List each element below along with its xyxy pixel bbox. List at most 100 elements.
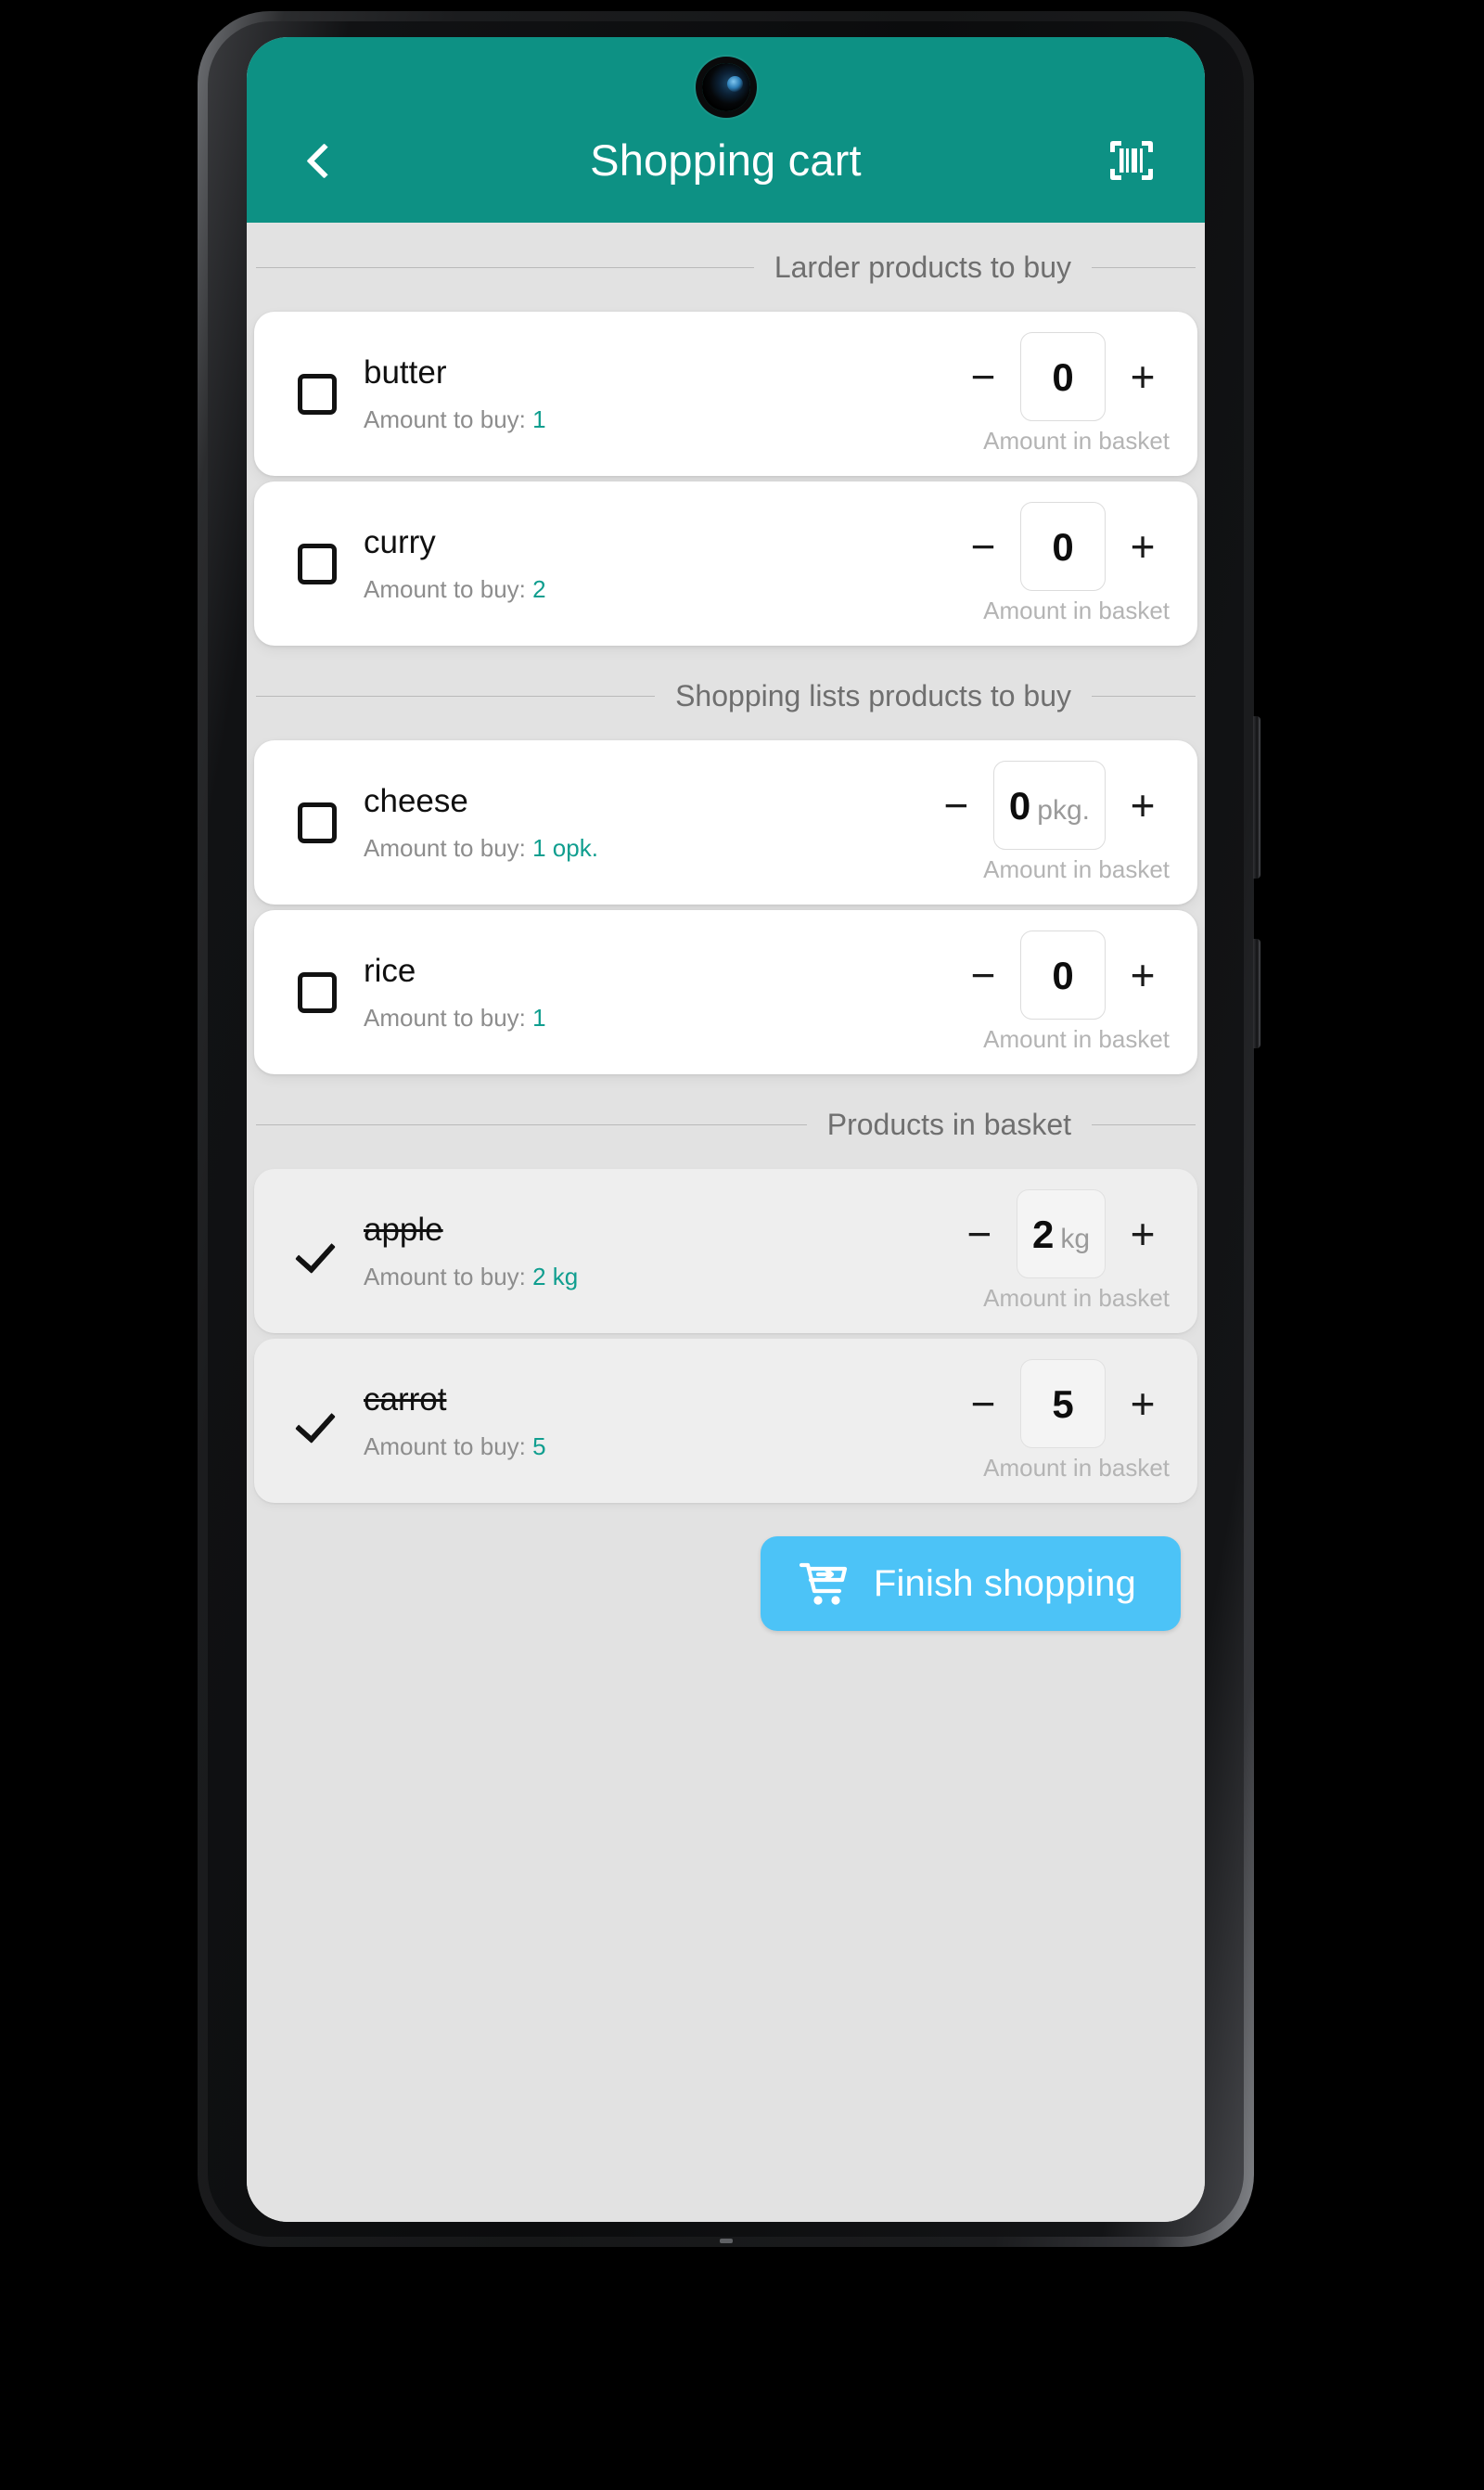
increment-button[interactable]: +: [1112, 775, 1173, 836]
section-divider-right: [1092, 266, 1196, 268]
product-info: rice Amount to buy: 1: [360, 952, 953, 1033]
decrement-button[interactable]: −: [953, 346, 1014, 407]
amount-to-buy-value: 5: [532, 1431, 546, 1460]
amount-to-buy-label: Amount to buy:: [364, 1431, 526, 1460]
finish-shopping-button[interactable]: Finish shopping: [760, 1536, 1181, 1631]
product-info: carrot Amount to buy: 5: [360, 1380, 953, 1461]
decrement-button[interactable]: −: [949, 1203, 1010, 1264]
phone-frame: Shopping cart Larder products to buy but…: [198, 11, 1260, 2247]
amount-in-basket-label: Amount in basket: [983, 1284, 1170, 1312]
amount-to-buy: Amount to buy: 5: [364, 1432, 953, 1461]
decrement-button[interactable]: −: [953, 944, 1014, 1006]
decrement-button[interactable]: −: [953, 516, 1014, 577]
product-name: curry: [364, 523, 436, 560]
amount-to-buy-value: 1: [532, 1003, 546, 1032]
product-name: cheese: [364, 782, 468, 819]
section-divider-left: [256, 1123, 807, 1125]
product-check-toggle[interactable]: [275, 543, 360, 584]
basket-qty-value: 5: [1052, 1382, 1074, 1426]
basket-qty-value: 2: [1031, 1213, 1055, 1256]
product-check-toggle[interactable]: [275, 373, 360, 415]
basket-stepper: −5 +: [953, 1359, 1173, 1448]
amount-to-buy-label: Amount to buy:: [364, 404, 526, 433]
basket-qty-field[interactable]: 2 kg: [1016, 1189, 1106, 1278]
back-button[interactable]: [289, 130, 351, 191]
basket-stepper-group: −2 kg + Amount in basket: [949, 1189, 1173, 1313]
finish-shopping-label: Finish shopping: [873, 1562, 1136, 1604]
basket-qty-field[interactable]: 5: [1020, 1359, 1106, 1448]
basket-stepper: −0 +: [953, 332, 1173, 421]
increment-button[interactable]: +: [1112, 944, 1173, 1006]
amount-to-buy-value: 1: [532, 404, 546, 433]
basket-qty-unit: kg: [1060, 1224, 1090, 1254]
cart-scroll-area[interactable]: Larder products to buy butter Amount to bu…: [247, 223, 1205, 2222]
product-info: curry Amount to buy: 2: [360, 523, 953, 604]
product-card[interactable]: curry Amount to buy: 2−0 + Amount in basket: [254, 481, 1197, 646]
amount-to-buy-label: Amount to buy:: [364, 1262, 526, 1290]
product-name: apple: [364, 1211, 443, 1248]
decrement-button[interactable]: −: [926, 775, 987, 836]
amount-to-buy: Amount to buy: 2 kg: [364, 1263, 949, 1291]
basket-qty-field[interactable]: 0 pkg.: [992, 761, 1106, 850]
product-info: butter Amount to buy: 1: [360, 353, 953, 434]
basket-stepper-group: −5 + Amount in basket: [953, 1359, 1173, 1482]
section-title: Shopping lists products to buy: [675, 678, 1071, 712]
amount-to-buy: Amount to buy: 1: [364, 1004, 953, 1033]
increment-button[interactable]: +: [1112, 1203, 1173, 1264]
phone-screen: Shopping cart Larder products to buy but…: [247, 37, 1205, 2222]
basket-stepper: −0 +: [953, 931, 1173, 1020]
decrement-button[interactable]: −: [953, 1373, 1014, 1434]
checked-icon: [297, 1231, 338, 1272]
basket-stepper: −2 kg +: [949, 1189, 1173, 1278]
product-card[interactable]: cheese Amount to buy: 1 opk. −0 pkg. + Amount…: [254, 740, 1197, 905]
increment-button[interactable]: +: [1112, 346, 1173, 407]
speaker-slit: [719, 2239, 733, 2243]
basket-qty-field[interactable]: 0: [1020, 502, 1106, 591]
section-header: Shopping lists products to buy: [247, 651, 1205, 740]
product-info: apple Amount to buy: 2 kg: [360, 1211, 949, 1291]
section-divider-right: [1092, 695, 1196, 697]
screenshot-stage: Shopping cart Larder products to buy but…: [0, 0, 1484, 2490]
product-check-toggle[interactable]: [275, 802, 360, 843]
product-check-toggle[interactable]: [275, 1231, 360, 1272]
amount-in-basket-label: Amount in basket: [983, 597, 1170, 624]
product-check-toggle[interactable]: [275, 1401, 360, 1442]
increment-button[interactable]: +: [1112, 1373, 1173, 1434]
basket-qty-field[interactable]: 0: [1020, 332, 1106, 421]
amount-in-basket-label: Amount in basket: [983, 427, 1170, 455]
basket-stepper-group: −0 pkg. + Amount in basket: [926, 761, 1173, 884]
amount-to-buy-label: Amount to buy:: [364, 574, 526, 603]
amount-in-basket-label: Amount in basket: [983, 855, 1170, 883]
section-header: Products in basket: [247, 1080, 1205, 1169]
barcode-scan-button[interactable]: [1101, 130, 1162, 191]
amount-to-buy-value: 2: [532, 574, 546, 603]
checkbox-icon: [298, 543, 337, 584]
amount-to-buy-label: Amount to buy:: [364, 833, 526, 862]
power-button[interactable]: [1253, 939, 1260, 1048]
basket-qty-field[interactable]: 0: [1020, 931, 1106, 1020]
volume-button[interactable]: [1253, 716, 1260, 879]
amount-to-buy: Amount to buy: 1 opk.: [364, 834, 926, 863]
basket-stepper: −0 pkg. +: [926, 761, 1173, 850]
basket-qty-value: 0: [1052, 954, 1074, 997]
basket-qty-value: 0: [1052, 525, 1074, 569]
basket-stepper-group: −0 + Amount in basket: [953, 931, 1173, 1054]
section-divider-left: [256, 266, 754, 268]
amount-in-basket-label: Amount in basket: [983, 1025, 1170, 1053]
increment-button[interactable]: +: [1112, 516, 1173, 577]
basket-stepper-group: −0 + Amount in basket: [953, 332, 1173, 456]
amount-to-buy: Amount to buy: 2: [364, 575, 953, 604]
amount-to-buy-value: 1 opk.: [532, 833, 598, 862]
chevron-left-icon: [306, 142, 342, 179]
checkbox-icon: [298, 802, 337, 843]
product-card[interactable]: apple Amount to buy: 2 kg −2 kg + Amount in b…: [254, 1169, 1197, 1333]
product-card[interactable]: carrot Amount to buy: 5−5 + Amount in baske…: [254, 1339, 1197, 1503]
product-check-toggle[interactable]: [275, 971, 360, 1013]
section-divider-right: [1092, 1123, 1196, 1125]
amount-to-buy-value: 2 kg: [532, 1262, 579, 1290]
basket-qty-value: 0: [1008, 784, 1031, 828]
product-card[interactable]: butter Amount to buy: 1 −0 + Amount in baske…: [254, 312, 1197, 476]
product-name: butter: [364, 353, 447, 391]
product-card[interactable]: rice Amount to buy: 1−0 + Amount in basket: [254, 910, 1197, 1074]
front-camera-punch-hole: [701, 63, 750, 111]
